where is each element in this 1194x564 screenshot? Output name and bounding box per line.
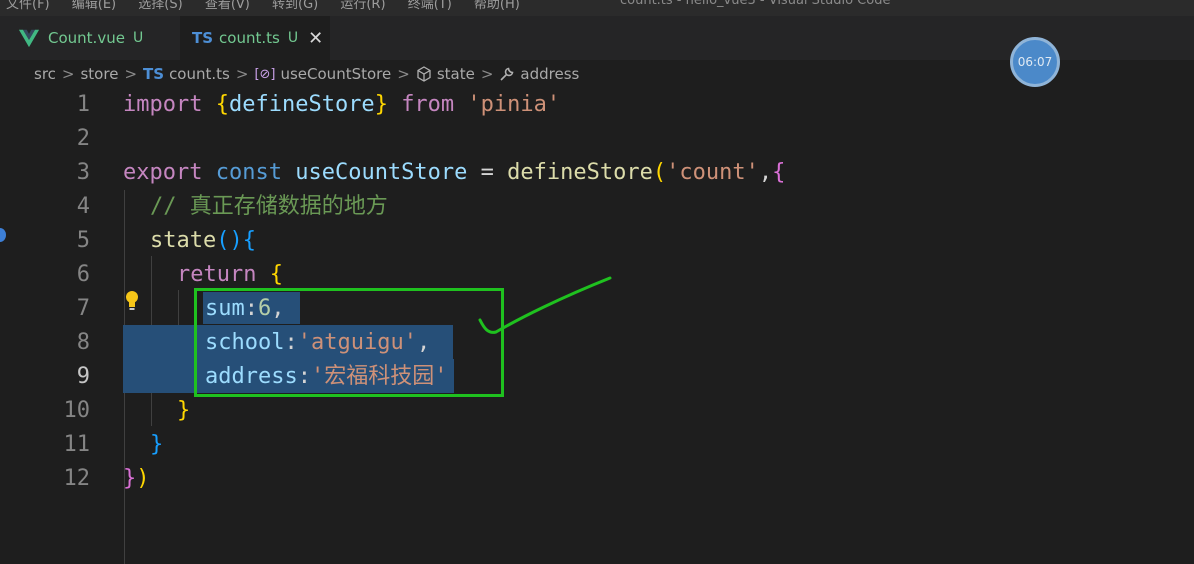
- line-number: 1: [76, 92, 90, 117]
- token-bracket: {: [269, 262, 283, 287]
- token-operator: =: [480, 160, 494, 185]
- code-line: 5 state(){: [0, 224, 1194, 258]
- chevron-right-icon: >: [397, 65, 410, 83]
- untracked-badge: U: [132, 30, 144, 46]
- breadcrumb: src > store > TS count.ts > [⊘] useCount…: [34, 62, 579, 86]
- chevron-right-icon: >: [61, 65, 75, 83]
- code-line: 1 import {defineStore} from 'pinia': [0, 88, 1194, 122]
- breadcrumb-state[interactable]: state: [437, 65, 475, 83]
- menu-run[interactable]: 运行(R): [340, 0, 385, 12]
- menu-help[interactable]: 帮助(H): [474, 0, 520, 12]
- line-number: 4: [76, 194, 90, 219]
- code-text: return {: [177, 258, 283, 292]
- menu-bar: 文件(F) 编辑(E) 选择(S) 查看(V) 转到(G) 运行(R) 终端(T…: [0, 0, 1194, 16]
- breadcrumb-file[interactable]: count.ts: [169, 65, 230, 83]
- checkmark-icon: [478, 276, 612, 334]
- code-text: state(){: [150, 224, 256, 258]
- token-punctuation: ,: [758, 160, 773, 185]
- tab-count-vue[interactable]: Count.vue U: [18, 16, 178, 60]
- ts-icon: TS: [143, 65, 165, 83]
- variable-icon: [⊘]: [254, 66, 276, 82]
- token-keyword: return: [177, 262, 257, 287]
- code-text: }): [123, 462, 150, 496]
- tab-label: count.ts: [219, 29, 280, 47]
- line-number: 8: [76, 330, 90, 355]
- code-line: 12 }): [0, 462, 1194, 496]
- code-text: import {defineStore} from 'pinia': [123, 88, 560, 122]
- token-bracket: }: [123, 466, 137, 491]
- token-keyword: export: [123, 160, 203, 185]
- menu-file[interactable]: 文件(F): [6, 0, 50, 12]
- token-bracket: ): [136, 466, 150, 491]
- menu-terminal[interactable]: 终端(T): [408, 0, 452, 12]
- line-number: 3: [76, 160, 90, 185]
- wrench-icon: [500, 67, 514, 81]
- cube-icon: [417, 66, 431, 82]
- token-bracket: {: [242, 228, 256, 253]
- line-number: 10: [63, 398, 91, 423]
- code-text: export const useCountStore = defineStore…: [123, 156, 785, 190]
- line-number: 7: [76, 296, 90, 321]
- lightbulb-icon[interactable]: [124, 290, 140, 312]
- menu-items: 文件(F) 编辑(E) 选择(S) 查看(V) 转到(G) 运行(R) 终端(T…: [6, 0, 538, 12]
- token-bracket: {: [772, 160, 786, 185]
- code-line: 11 }: [0, 428, 1194, 462]
- recording-timer: 06:07: [1010, 37, 1060, 87]
- menu-selection[interactable]: 选择(S): [138, 0, 182, 12]
- code-line: 2: [0, 122, 1194, 156]
- breadcrumb-address[interactable]: address: [520, 65, 579, 83]
- line-number: 2: [76, 126, 90, 151]
- token-bracket: (): [216, 228, 243, 253]
- breadcrumb-store[interactable]: store: [80, 65, 118, 83]
- vue-icon: [18, 29, 40, 48]
- chevron-right-icon: >: [124, 65, 138, 83]
- code-line: 4 // 真正存储数据的地方: [0, 190, 1194, 224]
- menu-view[interactable]: 查看(V): [205, 0, 250, 12]
- code-comment: // 真正存储数据的地方: [150, 194, 388, 219]
- token-bracket: (: [652, 160, 667, 185]
- ts-icon: TS: [192, 29, 214, 47]
- menu-edit[interactable]: 编辑(E): [72, 0, 116, 12]
- token-keyword: from: [401, 92, 455, 117]
- tab-count-ts[interactable]: TS count.ts U ✕: [180, 16, 330, 60]
- token-string: 'pinia': [467, 92, 561, 117]
- code-line: 9 address:'宏福科技园': [0, 360, 1194, 394]
- window-title: count.ts - hello_vue3 - Visual Studio Co…: [620, 0, 891, 8]
- chevron-right-icon: >: [235, 65, 249, 83]
- breadcrumb-usecountstore[interactable]: useCountStore: [280, 65, 391, 83]
- line-number: 5: [76, 228, 90, 253]
- token-function: state: [150, 228, 217, 253]
- token-identifier: defineStore: [228, 92, 375, 117]
- timer-text: 06:07: [1017, 55, 1053, 69]
- tab-label: Count.vue: [48, 29, 125, 47]
- token-keyword: import: [123, 92, 203, 117]
- token-keyword: const: [215, 160, 282, 185]
- untracked-badge: U: [287, 30, 299, 46]
- token-bracket: {: [215, 92, 229, 117]
- line-number: 6: [76, 262, 90, 287]
- close-icon[interactable]: ✕: [308, 28, 323, 49]
- token-function: defineStore: [507, 160, 653, 185]
- chevron-right-icon: >: [480, 65, 494, 83]
- token-string: 'count': [666, 160, 759, 185]
- menu-go[interactable]: 转到(G): [272, 0, 318, 12]
- line-number: 11: [63, 432, 91, 457]
- token-identifier: useCountStore: [295, 160, 468, 185]
- line-number: 12: [63, 466, 91, 491]
- breadcrumb-src[interactable]: src: [34, 65, 56, 83]
- code-line: 3 export const useCountStore = defineSto…: [0, 156, 1194, 190]
- token-bracket: }: [150, 432, 164, 457]
- token-bracket: }: [177, 398, 191, 423]
- code-line: 10 }: [0, 394, 1194, 428]
- line-number: 9: [76, 364, 90, 389]
- highlight-annotation-box: [194, 288, 504, 397]
- token-bracket: }: [374, 92, 388, 117]
